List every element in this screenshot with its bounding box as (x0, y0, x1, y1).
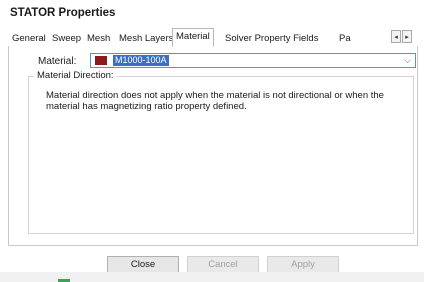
tab-material[interactable]: Material (172, 28, 214, 47)
material-direction-description: Material direction does not apply when t… (46, 90, 384, 112)
tab-strip: General Sweep Mesh Mesh Layers Material … (8, 28, 416, 47)
material-direction-title: Material Direction: (34, 70, 117, 81)
tab-partial[interactable]: Pa (335, 30, 353, 45)
material-label: Material: (38, 56, 77, 67)
tab-mesh[interactable]: Mesh (83, 30, 114, 45)
tab-scroll-left-icon[interactable]: ◂ (391, 30, 401, 43)
close-button[interactable]: Close (107, 256, 179, 273)
apply-button[interactable]: Apply (267, 256, 339, 273)
tab-sweep[interactable]: Sweep (48, 30, 85, 45)
material-dropdown[interactable]: M1000-100A ⌵ (90, 53, 416, 68)
tab-solver-property-fields[interactable]: Solver Property Fields (221, 30, 322, 45)
material-selected-value: M1000-100A (113, 55, 169, 66)
dialog-title: STATOR Properties (10, 7, 116, 19)
tab-scroll-right-icon[interactable]: ▸ (402, 30, 412, 43)
tab-general[interactable]: General (8, 30, 50, 45)
cancel-button[interactable]: Cancel (187, 256, 259, 273)
material-color-swatch (95, 56, 107, 65)
title-bar: STATOR Properties (0, 0, 424, 28)
tab-mesh-layers[interactable]: Mesh Layers (115, 30, 177, 45)
properties-dialog: STATOR Properties General Sweep Mesh Mes… (0, 0, 424, 282)
chevron-down-icon[interactable]: ⌵ (404, 54, 411, 67)
